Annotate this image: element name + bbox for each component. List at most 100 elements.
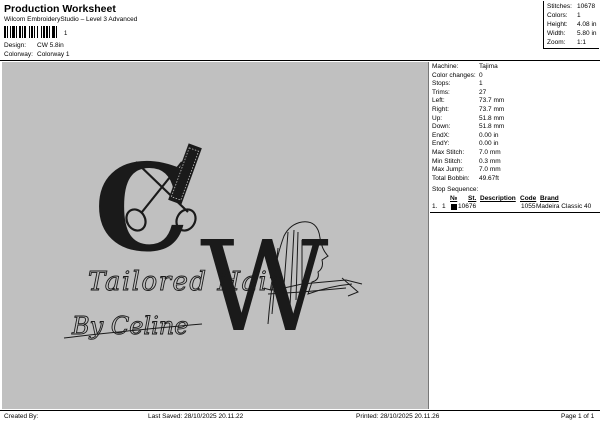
- info-row: Stops: 1: [432, 80, 483, 87]
- stat-value: 10678: [577, 3, 596, 10]
- colorway-value: Colorway 1: [37, 51, 70, 58]
- info-row: Trims: 27: [432, 89, 486, 96]
- footer-divider: [0, 410, 600, 411]
- barcode-bar: [49, 26, 50, 38]
- info-row: Max Stitch: 7.0 mm: [432, 149, 501, 156]
- stat-label: Stitches:: [547, 3, 572, 10]
- barcode-bar: [19, 26, 21, 38]
- info-value: 1: [479, 80, 483, 88]
- stop-sequence-divider: [430, 212, 600, 213]
- info-row: Machine: Tajima: [432, 63, 498, 70]
- thread-color-swatch: [451, 204, 457, 210]
- stat-width: Width: 5.80 in: [547, 30, 600, 37]
- barcode-bar: [31, 26, 33, 38]
- design-label: Design:: [4, 42, 27, 49]
- monogram-c: C: [94, 138, 190, 279]
- stat-label: Height:: [547, 21, 568, 28]
- stat-value: 5.80 in: [577, 30, 597, 37]
- column-header-num: №: [450, 195, 458, 202]
- created-by: Created By:: [4, 413, 39, 420]
- stat-label: Zoom:: [547, 39, 566, 46]
- info-value: 27: [479, 88, 487, 96]
- info-row: Right: 73.7 mm: [432, 106, 504, 113]
- colorway-label: Colorway:: [4, 51, 33, 58]
- info-label: Stops:: [432, 80, 451, 88]
- info-label: Trims:: [432, 88, 450, 96]
- barcode-bar: [4, 26, 6, 38]
- info-label: Down:: [432, 123, 451, 131]
- info-label: EndX:: [432, 131, 450, 139]
- cell-num: 1: [442, 203, 446, 210]
- info-label: EndY:: [432, 140, 450, 148]
- stat-value: 1:1: [577, 39, 587, 46]
- stat-stitches: Stitches: 10678: [547, 3, 600, 10]
- script-tailored-hair: Tailored Hair: [88, 267, 282, 297]
- info-value: 51.8 mm: [479, 114, 505, 122]
- column-header-brand: Brand: [540, 195, 559, 202]
- info-value: 49.67ft: [479, 174, 499, 182]
- page-number: Page 1 of 1: [561, 413, 595, 420]
- software-name: Wilcom EmbroideryStudio – Level 3 Advanc…: [4, 16, 138, 23]
- barcode-bar: [56, 26, 57, 38]
- stats-box: Stitches: 10678 Colors: 1 Height: 4.08 in W…: [543, 1, 599, 49]
- info-row: Color changes: 0: [432, 72, 483, 79]
- info-label: Total Bobbin:: [432, 174, 470, 182]
- design-value: CW 5.8in: [37, 42, 64, 49]
- barcode-bar: [41, 26, 42, 38]
- design-preview: C W Tailored Hair By Celine: [2, 62, 429, 409]
- info-value: 7.0 mm: [479, 149, 501, 156]
- header-divider: [0, 60, 600, 61]
- info-row: Min Stitch: 0.3 mm: [432, 158, 501, 165]
- info-label: Min Stitch:: [432, 157, 463, 165]
- info-value: 73.7 mm: [479, 97, 505, 105]
- barcode-bar: [24, 26, 26, 38]
- info-row: EndX: 0.00 in: [432, 132, 499, 139]
- barcode-bar: [12, 26, 15, 38]
- info-label: Left:: [432, 97, 445, 105]
- column-header-code: Code: [520, 195, 537, 202]
- worksheet-footer: Created By: Last Saved: 28/10/2025 20.11…: [0, 412, 600, 424]
- info-value: Tajima: [479, 63, 498, 70]
- barcode-bar: [16, 26, 17, 38]
- info-row: EndY: 0.00 in: [432, 140, 499, 147]
- barcode-bar: [46, 26, 48, 38]
- colorway-row: Colorway: Colorway 1: [4, 51, 70, 58]
- info-row: Down: 51.8 mm: [432, 123, 504, 130]
- barcode-number: 1: [64, 31, 68, 37]
- stat-label: Width:: [547, 30, 566, 37]
- info-label: Color changes:: [432, 71, 476, 79]
- barcode-bar: [37, 26, 38, 38]
- stat-value: 1: [577, 12, 581, 19]
- info-value: 7.0 mm: [479, 166, 501, 174]
- stat-value: 4.08 in: [577, 21, 597, 28]
- cell-stitches: 10676: [458, 203, 477, 210]
- cell-code: 1055: [521, 203, 536, 210]
- info-label: Max Stitch:: [432, 149, 465, 156]
- barcode-bar: [34, 26, 35, 38]
- info-value: 51.8 mm: [479, 123, 505, 131]
- info-value: 73.7 mm: [479, 106, 505, 113]
- column-header-description: Description: [480, 195, 516, 202]
- stat-zoom: Zoom: 1:1: [547, 39, 600, 46]
- info-row: Max Jump: 7.0 mm: [432, 166, 501, 173]
- worksheet-header: Production Worksheet Wilcom EmbroiderySt…: [0, 0, 600, 60]
- machine-info-panel: Machine: Tajima Color changes: 0 Stops: 1 Trim…: [430, 62, 600, 409]
- cell-brand: Madeira Classic 40: [536, 203, 592, 210]
- info-row: Up: 51.8 mm: [432, 115, 504, 122]
- last-saved: Last Saved: 28/10/2025 20.11.22: [148, 413, 244, 420]
- info-label: Machine:: [432, 63, 459, 70]
- stat-height: Height: 4.08 in: [547, 21, 600, 28]
- info-value: 0: [479, 71, 483, 79]
- barcode-bar: [43, 26, 45, 38]
- info-row: Left: 73.7 mm: [432, 97, 504, 104]
- embroidery-design: C W Tailored Hair By Celine: [63, 138, 363, 360]
- barcode-bar: [29, 26, 30, 38]
- info-label: Right:: [432, 106, 449, 113]
- barcode-bar: [7, 26, 8, 38]
- column-header-st: St.: [468, 195, 477, 202]
- info-value: 0.3 mm: [479, 157, 501, 165]
- info-label: Max Jump:: [432, 166, 464, 174]
- stat-colors: Colors: 1: [547, 12, 600, 19]
- info-label: Up:: [432, 114, 443, 122]
- stat-label: Colors:: [547, 12, 568, 19]
